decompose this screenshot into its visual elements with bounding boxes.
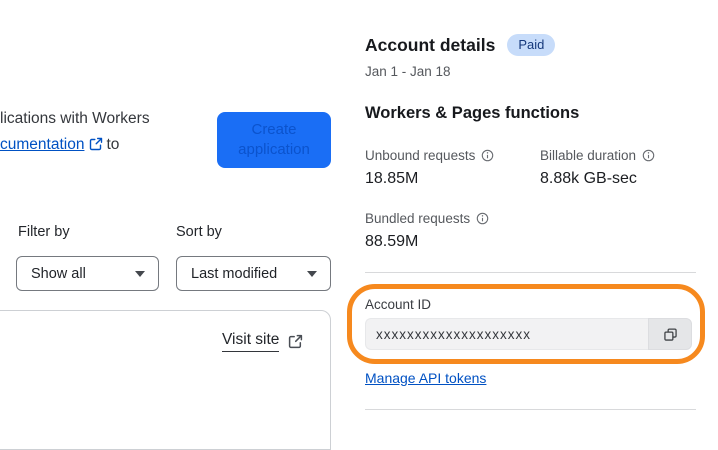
- manage-api-tokens-link[interactable]: Manage API tokens: [365, 370, 486, 386]
- date-range: Jan 1 - Jan 18: [365, 64, 451, 79]
- divider: [365, 272, 696, 273]
- metric-label: Bundled requests: [365, 211, 471, 226]
- metrics-grid: Unbound requests 18.85M Billable duratio…: [365, 148, 697, 251]
- visit-site-link[interactable]: Visit site: [222, 331, 280, 352]
- chevron-down-icon: [307, 270, 317, 277]
- account-details-header: Account details Paid: [365, 34, 697, 56]
- create-application-button[interactable]: Create application: [217, 112, 331, 168]
- visit-site-row: Visit site: [222, 331, 303, 352]
- intro-after-link: to: [106, 136, 120, 153]
- sort-dropdown[interactable]: Last modified: [176, 256, 331, 291]
- metric-label: Unbound requests: [365, 148, 476, 163]
- page-title: Account details: [365, 34, 496, 55]
- metric-value: 18.85M: [365, 170, 419, 187]
- sort-dropdown-value: Last modified: [191, 265, 278, 282]
- metric-label: Billable duration: [540, 148, 637, 163]
- info-icon[interactable]: [481, 149, 494, 162]
- documentation-link[interactable]: cumentation: [0, 136, 84, 153]
- metric-billable-duration: Billable duration 8.88k GB-sec: [540, 148, 697, 188]
- account-id-label: Account ID: [365, 297, 432, 312]
- intro-line1: lications with Workers: [0, 110, 150, 127]
- filter-dropdown[interactable]: Show all: [16, 256, 159, 291]
- copy-icon: [663, 327, 678, 342]
- paid-badge: Paid: [507, 34, 556, 56]
- metric-value: 8.88k GB-sec: [540, 170, 637, 187]
- metric-bundled-requests: Bundled requests 88.59M: [365, 211, 540, 251]
- account-id-input[interactable]: [365, 318, 648, 350]
- metric-unbound-requests: Unbound requests 18.85M: [365, 148, 540, 188]
- divider: [365, 409, 696, 410]
- workers-intro-text: lications with Workers cumentation to: [0, 106, 150, 158]
- account-details-panel: Account details Paid Jan 1 - Jan 18 Work…: [365, 0, 697, 410]
- sort-by-label: Sort by: [176, 224, 222, 240]
- section-title: Workers & Pages functions: [365, 104, 580, 122]
- account-id-field-group: [365, 318, 692, 350]
- chevron-down-icon: [135, 270, 145, 277]
- info-icon[interactable]: [476, 212, 489, 225]
- filter-dropdown-value: Show all: [31, 265, 86, 282]
- metric-value: 88.59M: [365, 233, 419, 250]
- info-icon[interactable]: [642, 149, 655, 162]
- external-link-icon: [89, 137, 103, 151]
- external-link-icon: [288, 334, 303, 349]
- filter-by-label: Filter by: [18, 224, 70, 240]
- copy-button[interactable]: [648, 318, 692, 350]
